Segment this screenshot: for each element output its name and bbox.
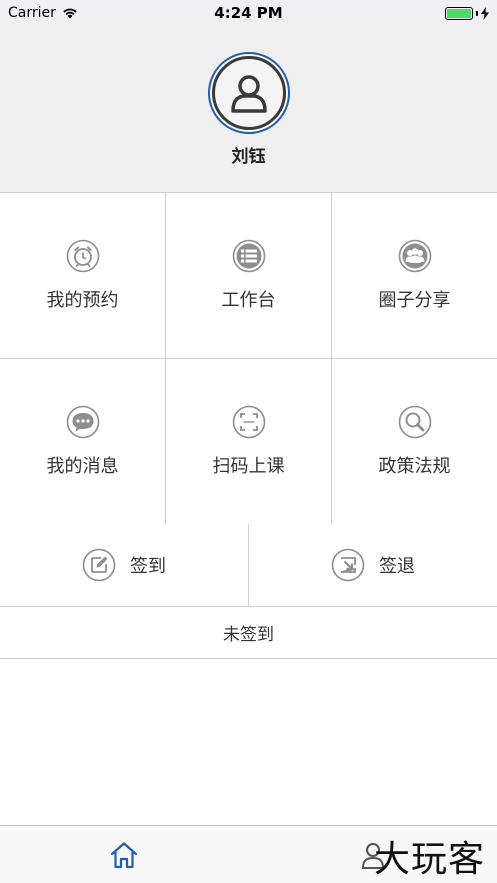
checkin-label: 签到 bbox=[130, 556, 166, 577]
grid-item-label: 扫码上课 bbox=[212, 456, 285, 477]
sign-row: 签到 签退 bbox=[0, 524, 497, 607]
tab-profile[interactable] bbox=[249, 826, 497, 883]
tab-home[interactable] bbox=[0, 826, 249, 883]
status-bar: Carrier 4:24 PM bbox=[0, 0, 497, 26]
grid-item-circle-share[interactable]: 圈子分享 bbox=[332, 193, 497, 359]
grid-item-label: 政策法规 bbox=[378, 456, 451, 477]
grid-item-scan-class[interactable]: 扫码上课 bbox=[166, 359, 332, 525]
chat-bubble-icon bbox=[66, 405, 99, 439]
battery-icon bbox=[445, 6, 473, 20]
checkout-button[interactable]: 签退 bbox=[249, 524, 497, 606]
charging-bolt-icon bbox=[481, 6, 489, 20]
tab-bar: 大玩客 bbox=[0, 825, 497, 883]
grid-item-appointments[interactable]: 我的预约 bbox=[0, 193, 166, 359]
grid-item-workbench[interactable]: 工作台 bbox=[166, 193, 332, 359]
scan-icon bbox=[232, 405, 265, 439]
checkin-button[interactable]: 签到 bbox=[0, 524, 249, 606]
edit-icon bbox=[82, 548, 116, 582]
grid-item-label: 我的消息 bbox=[46, 456, 119, 477]
grid-item-policies[interactable]: 政策法规 bbox=[332, 359, 497, 525]
sign-status: 未签到 bbox=[0, 607, 497, 659]
checkout-label: 签退 bbox=[379, 556, 415, 577]
profile-icon bbox=[361, 842, 384, 869]
grid-item-messages[interactable]: 我的消息 bbox=[0, 359, 166, 525]
profile-header: 刘钰 bbox=[0, 26, 497, 192]
list-icon bbox=[232, 239, 265, 273]
home-icon bbox=[111, 841, 138, 868]
user-name: 刘钰 bbox=[231, 147, 266, 167]
avatar[interactable] bbox=[207, 52, 290, 134]
alarm-clock-icon bbox=[66, 239, 99, 273]
grid-item-label: 圈子分享 bbox=[378, 290, 451, 311]
grid-item-label: 我的预约 bbox=[46, 290, 119, 311]
group-icon bbox=[398, 239, 431, 273]
carrier-label: Carrier bbox=[8, 5, 56, 21]
status-left: Carrier bbox=[8, 5, 78, 21]
exit-icon bbox=[331, 548, 365, 582]
function-grid: 我的预约 工作台 圈子分享 我的消息 扫码上课 政策法规 bbox=[0, 192, 497, 525]
app-screen: Carrier 4:24 PM 刘钰 我的预约 工作台 圈子分享 我的消息 扫码… bbox=[0, 0, 497, 883]
grid-item-label: 工作台 bbox=[221, 290, 276, 311]
wifi-icon bbox=[63, 8, 77, 19]
user-icon bbox=[211, 56, 286, 130]
battery-indicator bbox=[445, 6, 489, 20]
search-icon bbox=[398, 405, 431, 439]
